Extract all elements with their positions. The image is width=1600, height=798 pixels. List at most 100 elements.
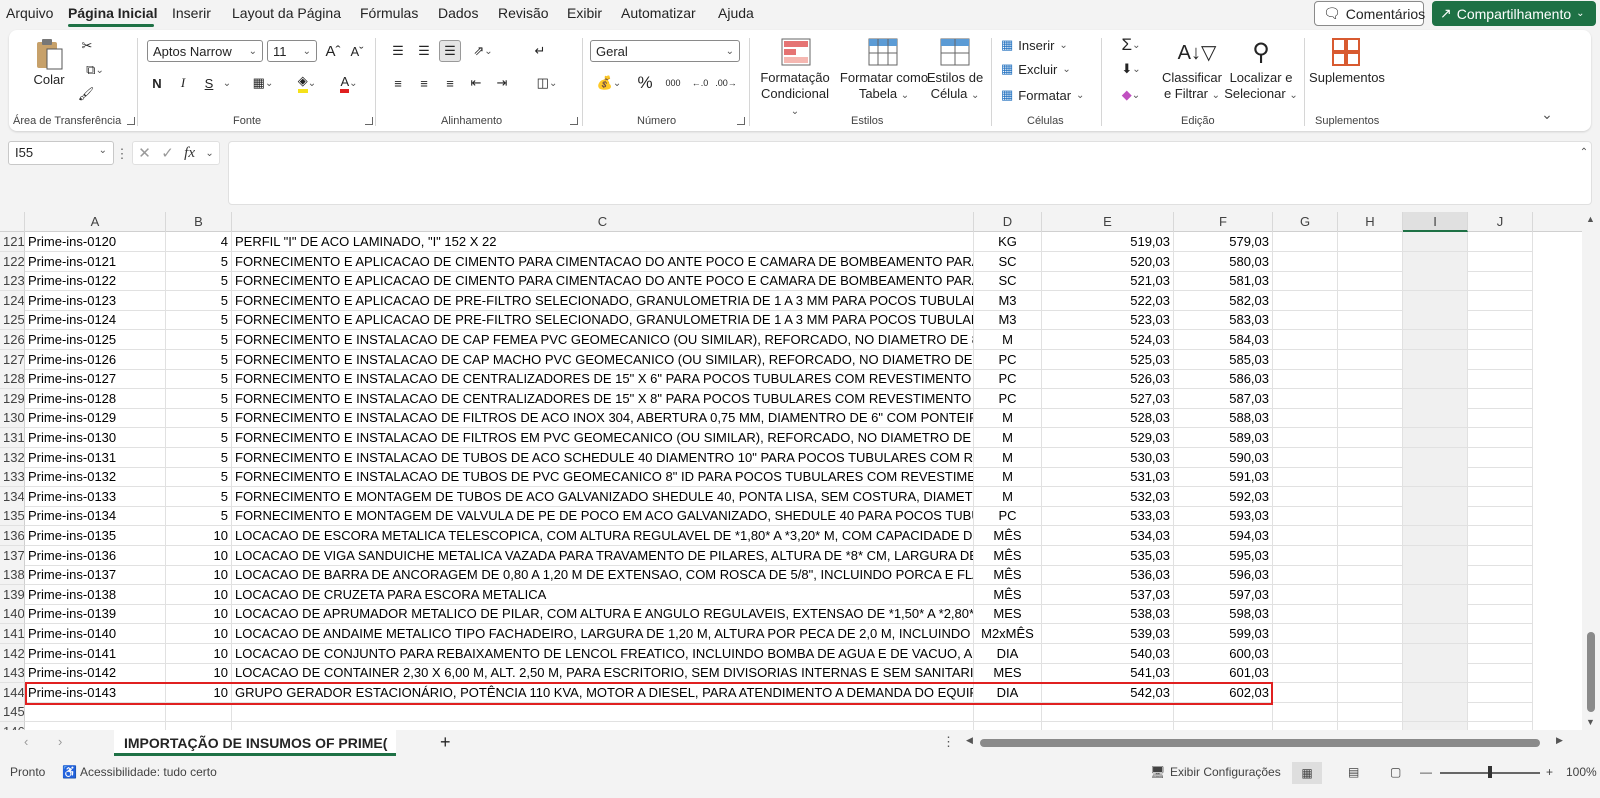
cell[interactable]: 584,03 — [1174, 330, 1273, 350]
dialog-launcher-icon[interactable] — [127, 117, 135, 125]
cell[interactable]: FORNECIMENTO E INSTALACAO DE CAP FEMEA P… — [232, 330, 974, 350]
cell[interactable] — [1468, 369, 1533, 390]
increase-indent-icon[interactable]: ⇥ — [491, 72, 513, 94]
cell[interactable]: 591,03 — [1174, 467, 1273, 488]
cell[interactable]: 10 — [166, 663, 232, 684]
cell[interactable]: 525,03 — [1042, 349, 1174, 370]
cell[interactable] — [1468, 428, 1533, 448]
cell[interactable] — [1468, 506, 1533, 527]
cell[interactable]: M — [974, 447, 1042, 468]
vertical-scroll-thumb[interactable] — [1587, 632, 1595, 712]
cell[interactable]: 10 — [166, 643, 232, 664]
cell[interactable]: PC — [974, 369, 1042, 390]
cell[interactable] — [1338, 349, 1403, 370]
zoom-out-icon[interactable]: — — [1420, 765, 1432, 779]
cell[interactable] — [1468, 702, 1533, 723]
page-layout-icon[interactable]: ▤ — [1348, 765, 1359, 779]
dialog-launcher-icon[interactable] — [737, 117, 745, 125]
cell[interactable] — [1273, 702, 1338, 723]
cell[interactable]: Prime-ins-0135 — [25, 526, 166, 546]
insert-cells-button[interactable]: ▦ Inserir ⌄ — [1001, 34, 1091, 56]
menu-formulas[interactable]: Fórmulas — [360, 5, 418, 21]
cell[interactable] — [1273, 663, 1338, 684]
cell[interactable] — [1468, 251, 1533, 272]
wrap-text-icon[interactable]: ↵ — [529, 40, 551, 62]
row-header[interactable]: 123 — [0, 271, 25, 292]
cell[interactable] — [1403, 486, 1468, 507]
confirm-icon[interactable]: ✓ — [161, 144, 174, 162]
cell[interactable] — [1403, 624, 1468, 644]
cell[interactable] — [1468, 624, 1533, 644]
cell[interactable] — [232, 702, 974, 723]
zoom-level[interactable]: 100% — [1566, 765, 1597, 779]
find-select-icon[interactable]: ⚲ — [1245, 36, 1277, 68]
cell[interactable]: 534,03 — [1042, 526, 1174, 546]
clear-icon[interactable]: ◆ ⌄ — [1111, 84, 1151, 106]
cell[interactable]: 596,03 — [1174, 565, 1273, 586]
cell-styles-label[interactable]: Estilos de Célula ⌄ — [925, 70, 985, 104]
cell[interactable]: 531,03 — [1042, 467, 1174, 488]
cell[interactable] — [1273, 624, 1338, 644]
cell[interactable] — [1468, 447, 1533, 468]
cell[interactable]: Prime-ins-0123 — [25, 290, 166, 311]
addins-icon[interactable] — [1329, 36, 1363, 68]
horizontal-scrollbar[interactable]: ◀ ▶ — [966, 735, 1566, 748]
cell[interactable]: M2xMÊS — [974, 624, 1042, 644]
cell[interactable] — [1273, 604, 1338, 625]
collapse-ribbon-icon[interactable]: ⌄ — [1539, 106, 1555, 122]
cell[interactable]: 522,03 — [1042, 290, 1174, 311]
column-header-a[interactable]: A — [25, 212, 166, 232]
cell[interactable] — [1273, 388, 1338, 409]
cell[interactable]: LOCACAO DE VIGA SANDUICHE METALICA VAZAD… — [232, 545, 974, 566]
fill-color-icon[interactable]: ◈ ⌄ — [289, 72, 325, 94]
cell[interactable]: Prime-ins-0133 — [25, 486, 166, 507]
cut-icon[interactable]: ✂ — [77, 36, 97, 56]
cell[interactable]: Prime-ins-0132 — [25, 467, 166, 488]
align-center-icon[interactable]: ≡ — [413, 72, 435, 94]
row-header[interactable]: 141 — [0, 624, 25, 644]
cell[interactable] — [1468, 232, 1533, 252]
cell[interactable]: FORNECIMENTO E MONTAGEM DE TUBOS DE ACO … — [232, 486, 974, 507]
cell[interactable]: 581,03 — [1174, 271, 1273, 292]
cell[interactable] — [1468, 682, 1533, 703]
cell[interactable]: 594,03 — [1174, 526, 1273, 546]
normal-view-icon[interactable]: ▦ — [1292, 762, 1322, 784]
row-header[interactable]: 121 — [0, 232, 25, 252]
cell[interactable] — [1468, 486, 1533, 507]
cell[interactable]: FORNECIMENTO E APLICACAO DE PRE-FILTRO S… — [232, 290, 974, 311]
cancel-icon[interactable]: ✕ — [138, 144, 151, 162]
select-all-corner[interactable] — [0, 212, 25, 232]
next-sheet-icon[interactable]: › — [58, 734, 62, 749]
cell[interactable] — [1273, 330, 1338, 350]
cell[interactable]: 5 — [166, 271, 232, 292]
underline-dropdown[interactable]: ⌄ — [221, 72, 233, 94]
cell[interactable] — [1174, 702, 1273, 723]
row-header[interactable]: 133 — [0, 467, 25, 488]
menu-pagina-inicial[interactable]: Página Inicial — [68, 5, 157, 21]
cell[interactable]: PERFIL "I" DE ACO LAMINADO, "I" 152 X 22 — [232, 232, 974, 252]
scroll-right-icon[interactable]: ▶ — [1556, 735, 1563, 746]
cell[interactable]: MÊS — [974, 584, 1042, 605]
row-header[interactable]: 139 — [0, 584, 25, 605]
format-table-label[interactable]: Formatar como Tabela ⌄ — [836, 70, 932, 104]
spreadsheet-grid[interactable]: ABCDEFGHIJ 121 Prime-ins-0120 4 PERFIL "I" … — [0, 212, 1582, 732]
cell[interactable]: LOCACAO DE CRUZETA PARA ESCORA METALICA — [232, 584, 974, 605]
accounting-format-icon[interactable]: 💰 ⌄ — [593, 72, 625, 94]
cell[interactable]: 597,03 — [1174, 584, 1273, 605]
cell[interactable] — [1338, 232, 1403, 252]
cell[interactable]: 585,03 — [1174, 349, 1273, 370]
cell[interactable] — [1403, 506, 1468, 527]
menu-layout[interactable]: Layout da Página — [232, 5, 341, 21]
font-name-select[interactable]: Aptos Narrow ⌄ — [147, 40, 263, 62]
row-header[interactable]: 142 — [0, 643, 25, 664]
cell[interactable] — [1468, 565, 1533, 586]
row-header[interactable]: 130 — [0, 408, 25, 429]
cell[interactable]: M — [974, 428, 1042, 448]
accessibility-status[interactable]: Acessibilidade: tudo certo — [80, 765, 217, 779]
row-header[interactable]: 127 — [0, 349, 25, 370]
cell[interactable]: 529,03 — [1042, 428, 1174, 448]
cell[interactable]: 528,03 — [1042, 408, 1174, 429]
find-select-label[interactable]: Localizar e Selecionar ⌄ — [1223, 70, 1299, 104]
scroll-up-icon[interactable]: ▲ — [1586, 214, 1595, 224]
cell[interactable]: FORNECIMENTO E INSTALACAO DE CENTRALIZAD… — [232, 388, 974, 409]
